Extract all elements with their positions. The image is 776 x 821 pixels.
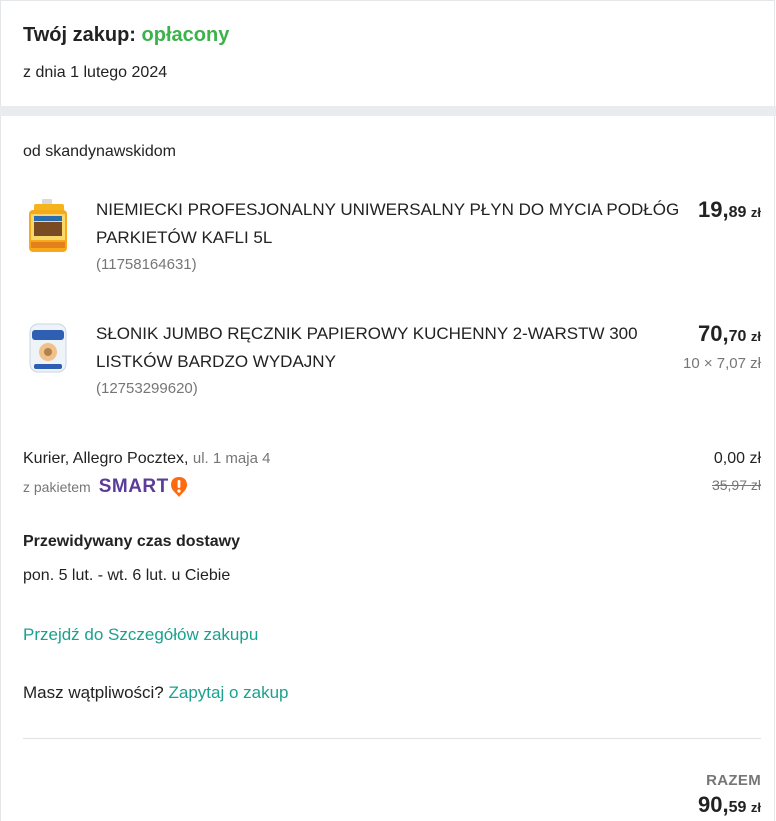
order-card: od skandynawskidom NIEMIECKI PROFESJONAL… <box>0 116 775 821</box>
floor-cleaner-bottle-icon <box>29 199 67 252</box>
price-currency: zł <box>750 205 761 220</box>
item-price: 19,89 zł <box>698 197 761 223</box>
divider <box>23 738 761 739</box>
delivery-method: Kurier, Allegro Pocztex, ul. 1 maja 4 <box>23 450 270 468</box>
delivery-eta-heading: Przewidywany czas dostawy <box>23 533 240 550</box>
payment-status: opłacony <box>141 24 230 46</box>
help-question: Masz wątpliwości? Zapytaj o zakup <box>23 683 289 703</box>
smart-logo: SMART <box>99 476 188 498</box>
smart-exclamation-icon <box>170 476 188 498</box>
delivery-address: ul. 1 maja 4 <box>192 450 271 467</box>
delivery-eta: pon. 5 lut. - wt. 6 lut. u Ciebie <box>23 567 231 584</box>
shipping-price: 0,00 zł <box>713 450 761 467</box>
price-currency: zł <box>750 329 761 344</box>
purchase-header-card: Twój zakup: opłacony z dnia 1 lutego 202… <box>0 0 775 107</box>
smart-package: z pakietem SMART <box>23 476 188 498</box>
item-price: 70,70 zł <box>698 321 761 347</box>
price-main: 19, <box>698 197 729 222</box>
smart-brand-text: SMART <box>98 476 169 497</box>
total-cents: 59 <box>728 799 747 816</box>
question-text: Masz wątpliwości? <box>23 683 164 702</box>
price-cents: 89 <box>728 204 747 221</box>
total-main: 90, <box>698 792 729 817</box>
product-name-link[interactable]: SŁONIK JUMBO RĘCZNIK PAPIEROWY KUCHENNY … <box>96 320 686 376</box>
paper-towel-roll-icon <box>29 323 67 373</box>
package-label: z pakietem <box>23 479 91 495</box>
product-thumbnail-paper-towel[interactable] <box>26 320 72 376</box>
price-main: 70, <box>698 321 729 346</box>
seller-name: od skandynawskidom <box>23 143 176 160</box>
unit-price: 10 × 7,07 zł <box>683 355 761 372</box>
product-thumbnail-floor-cleaner[interactable] <box>26 198 72 254</box>
product-name-link[interactable]: NIEMIECKI PROFESJONALNY UNIWERSALNY PŁYN… <box>96 196 686 252</box>
ask-about-purchase-link[interactable]: Zapytaj o zakup <box>169 683 289 702</box>
page-title: Twój zakup: opłacony <box>23 24 229 47</box>
product-id: (12753299620) <box>96 380 198 397</box>
section-separator <box>0 106 776 116</box>
price-cents: 70 <box>728 328 747 345</box>
purchase-details-link[interactable]: Przejdź do Szczegółów zakupu <box>23 625 258 645</box>
shipping-old-price: 35,97 zł <box>711 477 761 493</box>
product-id: (11758164631) <box>96 256 197 273</box>
delivery-carrier: Kurier, Allegro Pocztex, <box>23 450 189 467</box>
total-price: 90,59 zł <box>698 792 761 818</box>
purchase-date: z dnia 1 lutego 2024 <box>23 64 168 81</box>
title-prefix: Twój zakup: <box>23 24 136 46</box>
total-currency: zł <box>750 800 761 815</box>
total-label: RAZEM <box>706 772 761 789</box>
